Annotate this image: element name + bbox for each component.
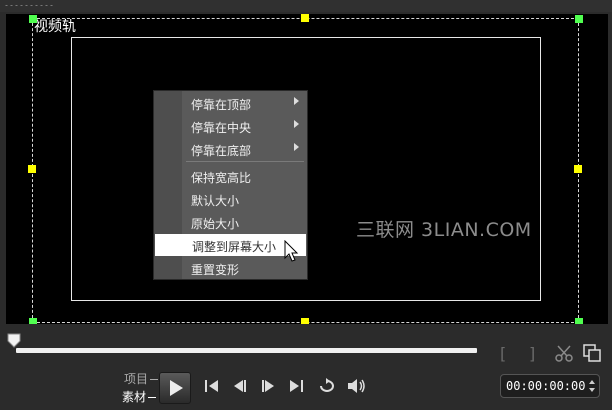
menu-item-keep-aspect-ratio[interactable]: 保持宽高比 [154, 165, 307, 187]
resize-handle-bottom-left[interactable] [29, 318, 37, 324]
menu-item-default-size[interactable]: 默认大小 [154, 188, 307, 210]
submenu-arrow-icon [294, 120, 299, 128]
submenu-arrow-icon [294, 143, 299, 151]
enlarge-preview-icon[interactable] [583, 344, 601, 362]
resize-handle-bottom[interactable] [301, 318, 309, 324]
next-frame-icon[interactable] [259, 377, 277, 395]
track-label: 视频轨 [34, 19, 76, 35]
resize-handle-top-right[interactable] [575, 15, 583, 23]
go-to-start-icon[interactable] [203, 377, 221, 395]
play-icon [170, 380, 183, 396]
menu-item-dock-center[interactable]: 停靠在中央 [154, 115, 307, 137]
menu-item-dock-top[interactable]: 停靠在顶部 [154, 92, 307, 114]
grip-dots [4, 4, 54, 7]
resize-handle-bottom-right[interactable] [575, 318, 583, 324]
play-button[interactable] [159, 372, 191, 404]
menu-item-dock-bottom[interactable]: 停靠在底部 [154, 138, 307, 160]
menu-separator [186, 161, 304, 162]
repeat-icon[interactable] [317, 377, 337, 395]
submenu-arrow-icon [294, 97, 299, 105]
mark-out-icon[interactable]: ] [529, 344, 535, 363]
watermark: 三联网 3LIAN.COM [356, 219, 532, 241]
resize-handle-left[interactable] [28, 165, 36, 173]
timecode-spinner-icon[interactable] [587, 376, 597, 396]
mode-project-toggle[interactable]: 项目 [124, 370, 159, 387]
timeline-scrubber[interactable] [16, 348, 477, 353]
resize-handle-top-left[interactable] [29, 15, 37, 23]
resize-handle-right[interactable] [574, 165, 582, 173]
split-scissors-icon[interactable] [555, 344, 573, 362]
timecode-field[interactable]: 00:00:00:00 [500, 374, 600, 398]
mouse-cursor-icon [284, 240, 299, 262]
scrubber-knob[interactable] [7, 333, 21, 349]
panel-grip[interactable] [0, 0, 612, 12]
menu-item-original-size[interactable]: 原始大小 [154, 211, 307, 233]
previous-frame-icon[interactable] [231, 377, 249, 395]
mode-clip-toggle[interactable]: 素材 [122, 388, 157, 405]
go-to-end-icon[interactable] [287, 377, 305, 395]
volume-icon[interactable] [346, 377, 368, 395]
mark-in-icon[interactable]: [ [500, 344, 506, 363]
resize-handle-top[interactable] [301, 14, 309, 22]
